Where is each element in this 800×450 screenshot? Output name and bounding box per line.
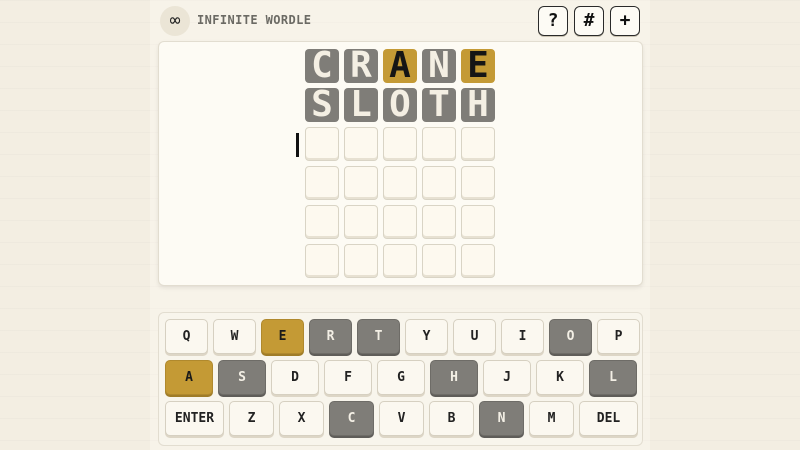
letter-tile xyxy=(383,127,417,161)
letter-tile xyxy=(305,205,339,239)
key-v[interactable]: V xyxy=(379,401,424,436)
keyboard-row: QWERTYUIOP xyxy=(165,319,640,354)
infinity-logo-icon: ∞ xyxy=(160,6,190,36)
stats-button[interactable]: # xyxy=(574,6,604,36)
key-q[interactable]: Q xyxy=(165,319,208,354)
letter-tile: H xyxy=(461,88,495,122)
letter-tile xyxy=(422,205,456,239)
on-screen-keyboard: Q W E R T Y U I O P A S D F G H J K L ENTER Z X C V B N M DEL xyxy=(158,312,643,446)
key-r[interactable]: R xyxy=(309,319,352,354)
letter-tile xyxy=(461,244,495,278)
letter-tile: A xyxy=(383,49,417,83)
app-title: INFINITE WORDLE xyxy=(197,13,312,27)
guess-row: SLOTH xyxy=(305,88,495,122)
letter-tile xyxy=(461,166,495,200)
letter-tile xyxy=(461,205,495,239)
letter-tile: N xyxy=(422,49,456,83)
key-h[interactable]: H xyxy=(430,360,478,395)
letter-tile: O xyxy=(383,88,417,122)
guess-row xyxy=(305,244,495,278)
key-a[interactable]: A xyxy=(165,360,213,395)
guess-row: CRANE xyxy=(305,49,495,83)
key-e[interactable]: E xyxy=(261,319,304,354)
letter-tile xyxy=(344,166,378,200)
guess-row xyxy=(305,205,495,239)
keyboard-row: ASDFGHJKL xyxy=(165,360,637,395)
key-c[interactable]: C xyxy=(329,401,374,436)
letter-tile xyxy=(305,166,339,200)
letter-tile xyxy=(383,244,417,278)
letter-tile: L xyxy=(344,88,378,122)
key-o[interactable]: O xyxy=(549,319,592,354)
text-cursor xyxy=(296,133,299,157)
letter-tile: T xyxy=(422,88,456,122)
key-m[interactable]: M xyxy=(529,401,574,436)
key-y[interactable]: Y xyxy=(405,319,448,354)
letter-tile: E xyxy=(461,49,495,83)
letter-tile xyxy=(383,166,417,200)
key-t[interactable]: T xyxy=(357,319,400,354)
letter-tile xyxy=(461,127,495,161)
key-u[interactable]: U xyxy=(453,319,496,354)
key-l[interactable]: L xyxy=(589,360,637,395)
delete-key[interactable]: DEL xyxy=(579,401,638,436)
key-d[interactable]: D xyxy=(271,360,319,395)
tile-grid: CRANE SLOTH xyxy=(305,49,495,283)
header-bar: ∞ INFINITE WORDLE ? # + xyxy=(160,5,642,37)
letter-tile xyxy=(344,205,378,239)
letter-tile xyxy=(383,205,417,239)
game-board: CRANE SLOTH xyxy=(158,41,643,286)
new-game-button[interactable]: + xyxy=(610,6,640,36)
key-p[interactable]: P xyxy=(597,319,640,354)
key-n[interactable]: N xyxy=(479,401,524,436)
key-i[interactable]: I xyxy=(501,319,544,354)
guess-row xyxy=(305,127,495,161)
key-x[interactable]: X xyxy=(279,401,324,436)
key-k[interactable]: K xyxy=(536,360,584,395)
keyboard-row: ENTER Z X C V B N M DEL xyxy=(165,401,638,436)
letter-tile: C xyxy=(305,49,339,83)
key-g[interactable]: G xyxy=(377,360,425,395)
key-j[interactable]: J xyxy=(483,360,531,395)
letter-tile xyxy=(305,244,339,278)
letter-tile xyxy=(344,244,378,278)
help-button[interactable]: ? xyxy=(538,6,568,36)
key-z[interactable]: Z xyxy=(229,401,274,436)
letter-tile xyxy=(344,127,378,161)
key-b[interactable]: B xyxy=(429,401,474,436)
key-w[interactable]: W xyxy=(213,319,256,354)
enter-key[interactable]: ENTER xyxy=(165,401,224,436)
letter-tile xyxy=(422,166,456,200)
letter-tile xyxy=(422,244,456,278)
guess-row xyxy=(305,166,495,200)
key-f[interactable]: F xyxy=(324,360,372,395)
letter-tile: R xyxy=(344,49,378,83)
letter-tile: S xyxy=(305,88,339,122)
key-s[interactable]: S xyxy=(218,360,266,395)
letter-tile xyxy=(422,127,456,161)
letter-tile xyxy=(305,127,339,161)
